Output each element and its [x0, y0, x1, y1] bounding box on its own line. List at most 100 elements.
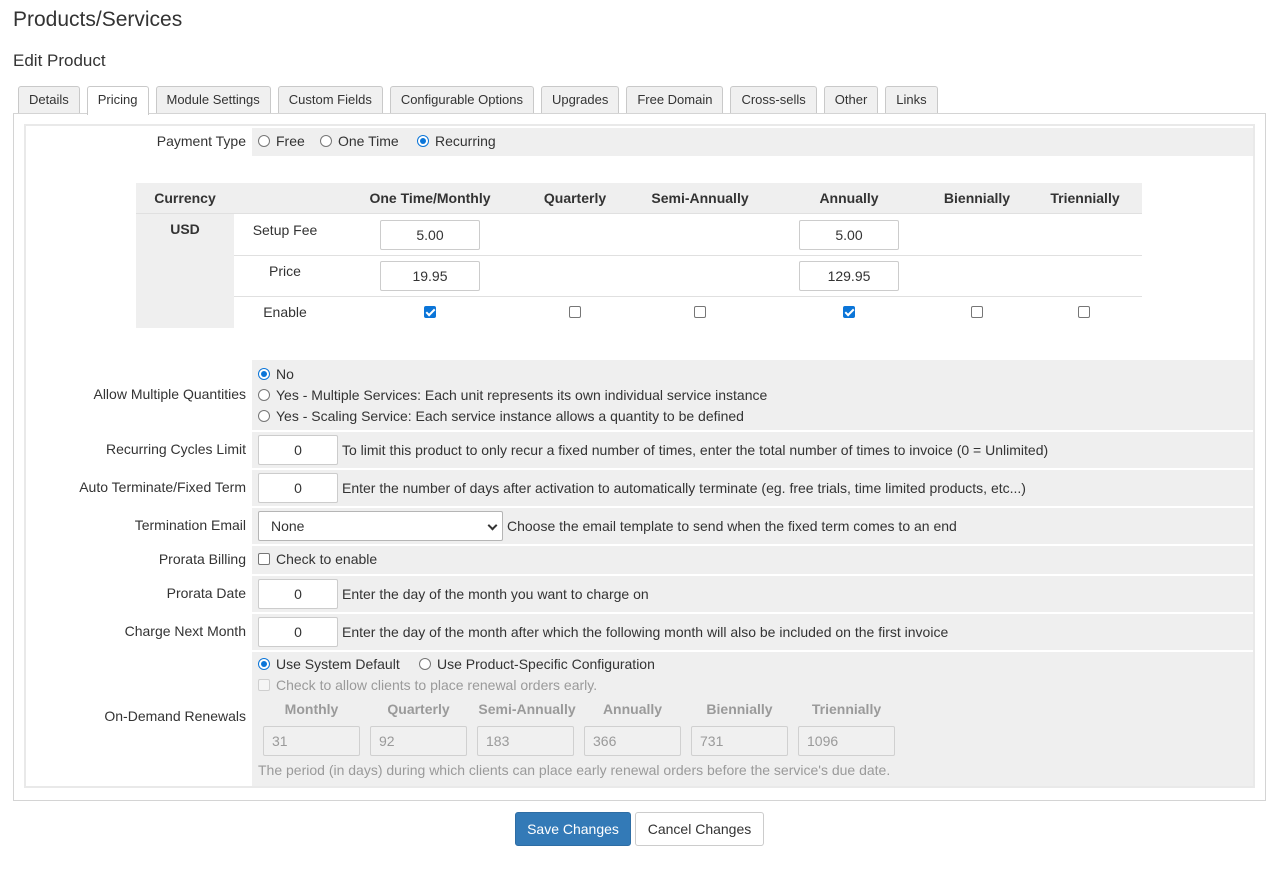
- pricing-header: Currency One Time/Monthly Quarterly Semi…: [136, 183, 1142, 214]
- early-renewal-checkbox[interactable]: [258, 679, 270, 691]
- radio-quantities-multiple[interactable]: [258, 389, 270, 401]
- multiple-quantities-label: Allow Multiple Quantities: [93, 386, 246, 402]
- radio-system-default[interactable]: [258, 658, 270, 670]
- price-annually-input[interactable]: 129.95: [799, 261, 899, 291]
- period-monthly-header: Monthly: [284, 701, 339, 717]
- recurring-cycles-label: Recurring Cycles Limit: [105, 441, 246, 457]
- period-quarterly-input[interactable]: 92: [370, 726, 467, 756]
- pricing-form: Payment Type Free One Time Recurring Cur…: [24, 124, 1255, 788]
- enable-monthly-checkbox[interactable]: [424, 306, 436, 318]
- col-annually: Annually: [819, 190, 879, 206]
- save-changes-button[interactable]: Save Changes: [515, 812, 631, 846]
- period-triennially-input[interactable]: 1096: [798, 726, 895, 756]
- period-biennially-input[interactable]: 731: [691, 726, 788, 756]
- pricing-table: Currency One Time/Monthly Quarterly Semi…: [136, 183, 1142, 328]
- on-demand-product-specific-option[interactable]: Use Product-Specific Configuration: [419, 656, 655, 672]
- tab-module-settings[interactable]: Module Settings: [155, 86, 271, 113]
- page-subtitle: Edit Product: [13, 51, 106, 70]
- tab-upgrades[interactable]: Upgrades: [540, 86, 620, 113]
- col-semiannually: Semi-Annually: [651, 190, 749, 206]
- prorata-billing-checkbox[interactable]: [258, 553, 270, 565]
- period-triennially-header: Triennially: [811, 701, 882, 717]
- enable-biennially-checkbox[interactable]: [971, 306, 983, 318]
- payment-type-row: Payment Type Free One Time Recurring: [26, 128, 1253, 156]
- tab-details[interactable]: Details: [18, 86, 80, 113]
- recurring-cycles-hint: To limit this product to only recur a fi…: [342, 442, 1049, 458]
- enable-triennially-checkbox[interactable]: [1078, 306, 1090, 318]
- period-quarterly-header: Quarterly: [387, 701, 450, 717]
- col-monthly: One Time/Monthly: [369, 190, 491, 206]
- recurring-cycles-row: Recurring Cycles Limit 0 To limit this p…: [26, 432, 1253, 468]
- quantities-multiple-services-option[interactable]: Yes - Multiple Services: Each unit repre…: [258, 387, 767, 403]
- period-annually-header: Annually: [602, 701, 663, 717]
- currency-cell: USD: [136, 214, 234, 328]
- setup-fee-annually-input[interactable]: 5.00: [799, 220, 899, 250]
- enable-semiannually-checkbox[interactable]: [694, 306, 706, 318]
- period-monthly-input[interactable]: 31: [263, 726, 360, 756]
- tab-other[interactable]: Other: [823, 86, 879, 113]
- prorata-date-label: Prorata Date: [166, 585, 246, 601]
- payment-type-onetime[interactable]: One Time: [320, 133, 399, 149]
- tab-pricing[interactable]: Pricing: [86, 86, 149, 115]
- radio-product-specific[interactable]: [419, 658, 431, 670]
- recurring-cycles-input[interactable]: 0: [258, 435, 338, 465]
- auto-terminate-label: Auto Terminate/Fixed Term: [79, 479, 246, 495]
- tab-custom-fields[interactable]: Custom Fields: [277, 86, 383, 113]
- period-annually-input[interactable]: 366: [584, 726, 681, 756]
- tab-configurable-options[interactable]: Configurable Options: [389, 86, 534, 113]
- currency-usd: USD: [170, 221, 200, 237]
- tab-free-domain[interactable]: Free Domain: [626, 86, 724, 113]
- enable-annually-checkbox[interactable]: [843, 306, 855, 318]
- renewal-period-headers: Monthly Quarterly Semi-Annually Annually…: [263, 701, 903, 721]
- payment-type-label: Payment Type: [156, 133, 246, 149]
- payment-type-free[interactable]: Free: [258, 133, 305, 149]
- enable-quarterly-checkbox[interactable]: [569, 306, 581, 318]
- col-quarterly: Quarterly: [543, 190, 607, 206]
- termination-email-label: Termination Email: [134, 517, 246, 533]
- setup-fee-label: Setup Fee: [252, 222, 318, 238]
- tab-panel: Payment Type Free One Time Recurring Cur…: [13, 113, 1266, 801]
- page-title: Products/Services: [13, 8, 183, 31]
- chevron-down-icon: [487, 520, 498, 531]
- multiple-quantities-row: Allow Multiple Quantities No Yes - Multi…: [26, 360, 1253, 430]
- quantities-no-option[interactable]: No: [258, 366, 294, 382]
- charge-next-month-hint: Enter the day of the month after which t…: [342, 624, 949, 640]
- tab-cross-sells[interactable]: Cross-sells: [730, 86, 817, 113]
- prorata-date-input[interactable]: 0: [258, 579, 338, 609]
- renewal-period-footnote: The period (in days) during which client…: [258, 762, 891, 778]
- prorata-date-hint: Enter the day of the month you want to c…: [342, 586, 649, 602]
- prorata-date-row: Prorata Date 0 Enter the day of the mont…: [26, 576, 1253, 612]
- charge-next-month-row: Charge Next Month 0 Enter the day of the…: [26, 614, 1253, 650]
- radio-free[interactable]: [258, 135, 270, 147]
- period-semiannually-input[interactable]: 183: [477, 726, 574, 756]
- prorata-billing-row: Prorata Billing Check to enable: [26, 546, 1253, 574]
- setup-fee-monthly-input[interactable]: 5.00: [380, 220, 480, 250]
- tab-links[interactable]: Links: [885, 86, 938, 113]
- termination-email-row: Termination Email None Choose the email …: [26, 508, 1253, 544]
- prorata-billing-label: Prorata Billing: [158, 551, 246, 567]
- tab-bar: Details Pricing Module Settings Custom F…: [18, 86, 945, 115]
- charge-next-month-label: Charge Next Month: [124, 623, 246, 639]
- auto-terminate-input[interactable]: 0: [258, 473, 338, 503]
- radio-quantities-scaling[interactable]: [258, 410, 270, 422]
- radio-quantities-no[interactable]: [258, 368, 270, 380]
- termination-email-hint: Choose the email template to send when t…: [507, 518, 957, 534]
- on-demand-system-default-option[interactable]: Use System Default: [258, 656, 400, 672]
- termination-email-select[interactable]: None: [258, 511, 503, 541]
- col-triennially: Triennially: [1050, 190, 1120, 206]
- on-demand-renewals-row: On-Demand Renewals Use System Default Us…: [26, 652, 1253, 786]
- radio-recurring[interactable]: [417, 135, 429, 147]
- early-renewal-option[interactable]: Check to allow clients to place renewal …: [258, 677, 597, 693]
- price-label: Price: [269, 263, 301, 279]
- quantities-scaling-service-option[interactable]: Yes - Scaling Service: Each service inst…: [258, 408, 744, 424]
- cancel-changes-button[interactable]: Cancel Changes: [635, 812, 764, 846]
- period-biennially-header: Biennially: [706, 701, 773, 717]
- auto-terminate-row: Auto Terminate/Fixed Term 0 Enter the nu…: [26, 470, 1253, 506]
- payment-type-recurring[interactable]: Recurring: [417, 133, 496, 149]
- radio-onetime[interactable]: [320, 135, 332, 147]
- price-monthly-input[interactable]: 19.95: [380, 261, 480, 291]
- enable-label: Enable: [263, 304, 307, 320]
- prorata-billing-option[interactable]: Check to enable: [258, 551, 377, 567]
- auto-terminate-hint: Enter the number of days after activatio…: [342, 480, 1026, 496]
- charge-next-month-input[interactable]: 0: [258, 617, 338, 647]
